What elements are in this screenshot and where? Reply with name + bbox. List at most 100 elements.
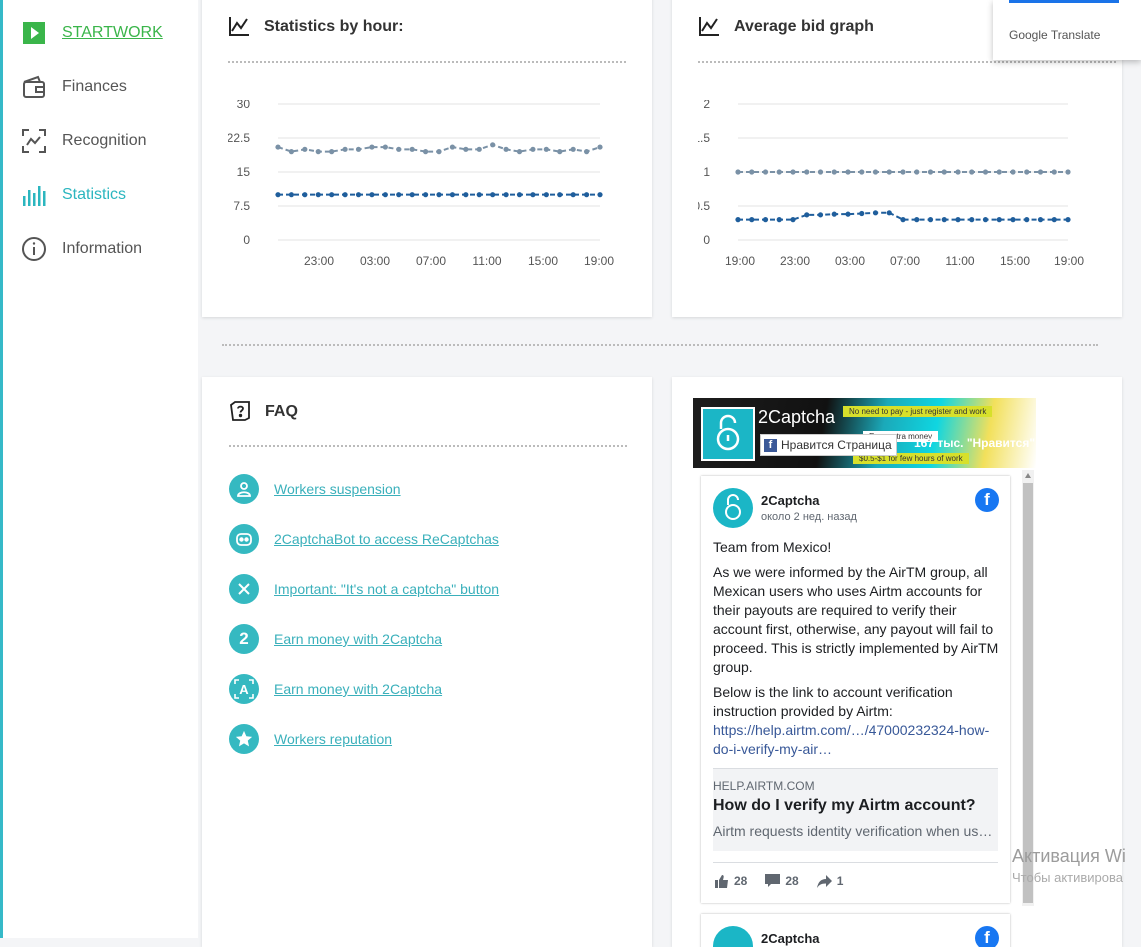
faq-link[interactable]: Workers suspension bbox=[274, 481, 401, 497]
data-point bbox=[776, 217, 782, 223]
data-point bbox=[436, 149, 442, 155]
data-point bbox=[859, 169, 865, 175]
data-point bbox=[396, 146, 402, 152]
google-translate-popup[interactable]: Google Translate bbox=[993, 0, 1141, 60]
bot-icon bbox=[229, 524, 259, 554]
fb-scrollbar-thumb[interactable] bbox=[1023, 483, 1033, 903]
x-tick-label: 11:00 bbox=[945, 254, 974, 268]
data-point bbox=[762, 217, 769, 223]
icon-glyph: 2 bbox=[239, 629, 249, 648]
data-point bbox=[503, 192, 509, 198]
faq-link[interactable]: Important: "It's not a captcha" button bbox=[274, 581, 499, 597]
fb-share-action[interactable]: 1 bbox=[816, 874, 843, 888]
data-point bbox=[914, 217, 920, 223]
data-point bbox=[872, 169, 879, 175]
data-point bbox=[329, 149, 335, 155]
faq-link[interactable]: Workers reputation bbox=[274, 731, 392, 747]
faq-link[interactable]: 2CaptchaBot to access ReCaptchas bbox=[274, 531, 499, 547]
data-point bbox=[1010, 169, 1016, 175]
play-icon bbox=[21, 20, 47, 46]
fb-page-header[interactable]: 2Captcha No need to pay - just register … bbox=[693, 398, 1036, 468]
data-point bbox=[886, 169, 892, 175]
data-point bbox=[530, 192, 536, 198]
data-point bbox=[1065, 217, 1071, 223]
y-tick-label: 15 bbox=[237, 165, 251, 179]
y-tick-label: 7.5 bbox=[233, 199, 250, 213]
divider bbox=[698, 61, 1116, 63]
user-icon bbox=[229, 474, 259, 504]
sidebar-item-label: Information bbox=[62, 240, 143, 257]
data-point bbox=[735, 217, 741, 223]
facebook-icon: f bbox=[764, 438, 777, 452]
fb-post-author[interactable]: 2Captcha bbox=[761, 493, 820, 508]
sidebar: STARTWORK Finances Recognition Statistic… bbox=[3, 0, 198, 938]
data-point bbox=[955, 169, 961, 175]
fb-page-likes: 167 тыс. "Нравится" bbox=[914, 436, 1036, 450]
data-point bbox=[315, 149, 321, 155]
data-point bbox=[530, 146, 536, 152]
fb-post-avatar[interactable] bbox=[713, 926, 753, 947]
fb-post-time[interactable]: около 2 нед. назад bbox=[761, 511, 857, 523]
fb-like-action[interactable]: 28 bbox=[715, 874, 747, 888]
x-tick-label: 03:00 bbox=[360, 254, 390, 268]
fb-post-link[interactable]: https://help.airtm.com/…/47000232324-how… bbox=[713, 721, 1003, 759]
data-point bbox=[557, 149, 563, 155]
faq-item-workers-suspension[interactable]: Workers suspension bbox=[229, 474, 401, 504]
faq-link[interactable]: Earn money with 2Captcha bbox=[274, 631, 442, 647]
data-point bbox=[1037, 217, 1044, 223]
faq-item-workers-reputation[interactable]: Workers reputation bbox=[229, 724, 392, 754]
sidebar-item-statistics[interactable]: Statistics bbox=[21, 181, 126, 209]
data-point bbox=[955, 217, 961, 223]
data-point bbox=[776, 169, 782, 175]
sidebar-item-label: Statistics bbox=[62, 186, 127, 203]
fb-post-paragraph: Below is the link to account verificatio… bbox=[713, 684, 953, 719]
faq-item-earn-money-1[interactable]: 2 Earn money with 2Captcha bbox=[229, 624, 442, 654]
y-tick-label: 1 bbox=[703, 165, 710, 179]
fb-post-avatar[interactable] bbox=[713, 488, 753, 528]
data-point bbox=[503, 146, 509, 152]
data-point bbox=[463, 192, 469, 198]
fb-like-page-button[interactable]: f Нравится Страница bbox=[760, 434, 897, 456]
sidebar-item-recognition[interactable]: Recognition bbox=[21, 127, 147, 155]
x-tick-label: 15:00 bbox=[528, 254, 558, 268]
info-icon bbox=[21, 236, 47, 262]
fb-link-preview[interactable]: HELP.AIRTM.COM How do I verify my Airtm … bbox=[713, 768, 998, 851]
star-icon bbox=[229, 724, 259, 754]
data-point bbox=[790, 169, 796, 175]
data-point bbox=[583, 192, 590, 198]
data-point bbox=[315, 192, 321, 198]
google-translate-label[interactable]: Google Translate bbox=[1009, 28, 1100, 42]
faq-card: FAQ Workers suspension 2CaptchaBot to ac… bbox=[202, 377, 652, 947]
faq-link[interactable]: Earn money with 2Captcha bbox=[274, 681, 442, 697]
faq-item-earn-money-2[interactable]: A Earn money with 2Captcha bbox=[229, 674, 442, 704]
question-tag-icon bbox=[229, 400, 251, 427]
sidebar-item-information[interactable]: Information bbox=[21, 235, 142, 263]
faq-item-not-a-captcha[interactable]: Important: "It's not a captcha" button bbox=[229, 574, 499, 604]
fb-comment-action[interactable]: 28 bbox=[765, 874, 799, 888]
sidebar-item-finances[interactable]: Finances bbox=[21, 73, 127, 101]
data-point bbox=[516, 192, 523, 198]
data-point bbox=[409, 192, 415, 198]
fb-page-logo[interactable] bbox=[701, 407, 755, 461]
fb-post-author[interactable]: 2Captcha bbox=[761, 931, 820, 946]
data-point bbox=[1051, 217, 1057, 223]
data-point bbox=[369, 144, 375, 150]
data-point bbox=[288, 149, 295, 155]
fb-page-name[interactable]: 2Captcha bbox=[758, 407, 835, 428]
faq-item-captchabot[interactable]: 2CaptchaBot to access ReCaptchas bbox=[229, 524, 499, 554]
x-tick-label: 23:00 bbox=[780, 254, 810, 268]
fb-scrollbar[interactable] bbox=[1022, 470, 1034, 906]
data-point bbox=[804, 169, 810, 175]
scroll-up-icon[interactable] bbox=[1025, 473, 1031, 478]
data-point bbox=[982, 169, 989, 175]
thumbs-up-icon bbox=[715, 875, 728, 888]
data-point bbox=[570, 192, 576, 198]
x-tick-label: 19:00 bbox=[1054, 254, 1084, 268]
data-point bbox=[886, 210, 892, 216]
data-point bbox=[831, 211, 837, 217]
facebook-icon[interactable]: f bbox=[975, 926, 999, 947]
facebook-icon[interactable]: f bbox=[975, 488, 999, 512]
y-tick-label: 0.5 bbox=[698, 199, 710, 213]
x-tick-label: 19:00 bbox=[584, 254, 614, 268]
sidebar-item-startwork[interactable]: STARTWORK bbox=[21, 19, 163, 47]
